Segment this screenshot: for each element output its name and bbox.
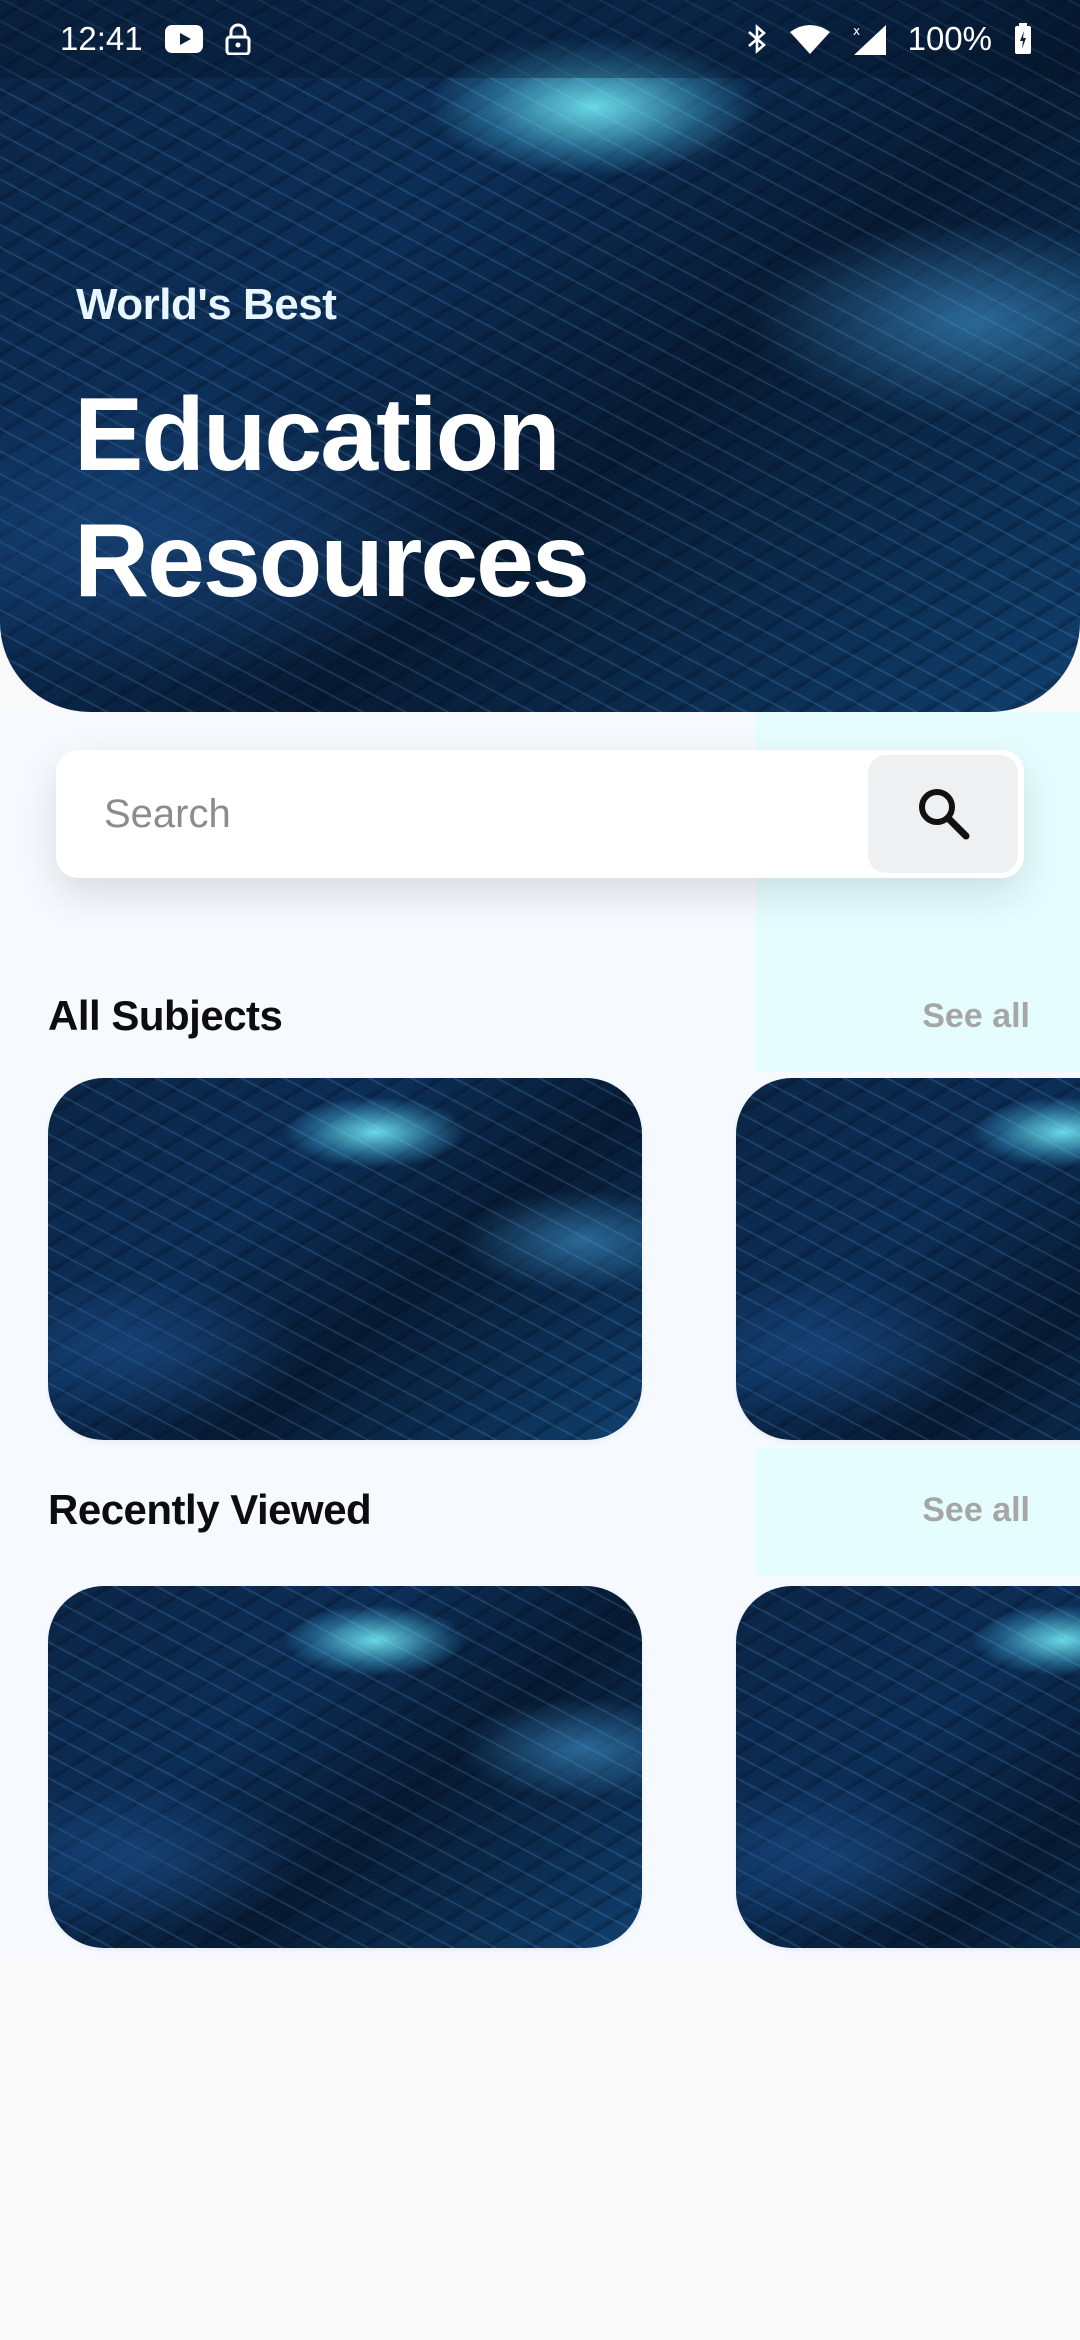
status-time: 12:41	[60, 20, 143, 57]
recent-card[interactable]	[736, 1586, 1080, 1948]
svg-text:x: x	[853, 24, 860, 38]
battery-percent: 100%	[907, 20, 992, 57]
search-button[interactable]	[868, 755, 1018, 873]
subject-card[interactable]	[736, 1078, 1080, 1440]
search-input[interactable]	[56, 750, 868, 878]
hero-banner: 12:41 x 100% World's Best Education Reso…	[0, 0, 1080, 712]
hero-kicker: World's Best	[76, 280, 337, 329]
decorative-tint	[756, 1448, 1080, 1576]
bluetooth-icon	[746, 23, 768, 55]
all-subjects-title: All Subjects	[48, 992, 283, 1039]
hero-title: Education Resources	[74, 372, 974, 624]
youtube-icon	[164, 25, 203, 53]
recently-viewed-see-all-button[interactable]: See all	[922, 1491, 1030, 1530]
hero-title-line: Resources	[74, 503, 590, 619]
status-bar: 12:41 x 100%	[0, 0, 1080, 78]
recently-viewed-title: Recently Viewed	[48, 1486, 372, 1533]
search-icon	[914, 784, 972, 845]
screen: 12:41 x 100% World's Best Education Reso…	[0, 0, 1080, 2340]
wifi-icon	[789, 24, 830, 54]
lock-icon	[225, 23, 251, 55]
recent-card[interactable]	[48, 1586, 642, 1948]
search-bar	[56, 750, 1024, 878]
hero-title-line: Education	[74, 377, 561, 493]
battery-icon	[1014, 23, 1032, 55]
all-subjects-see-all-button[interactable]: See all	[922, 997, 1030, 1036]
signal-icon: x	[852, 23, 886, 55]
subject-card[interactable]	[48, 1078, 642, 1440]
